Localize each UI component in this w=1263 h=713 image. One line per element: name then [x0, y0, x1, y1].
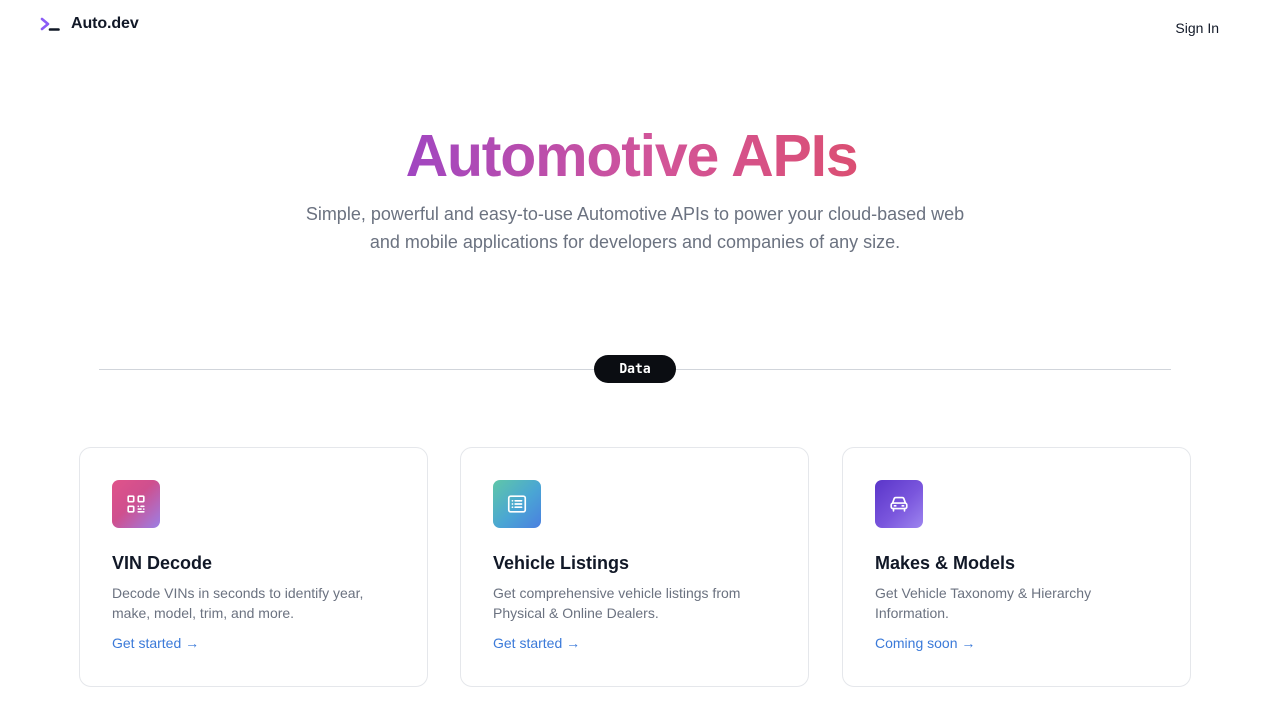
brand-logo-link[interactable]: Auto.dev — [40, 14, 139, 34]
card-title: VIN Decode — [112, 553, 213, 573]
vehicle-listings-icon-tile — [493, 480, 541, 528]
page: Auto.dev Sign In Automotive APIs Simple,… — [0, 0, 1263, 713]
card-title: Makes & Models — [875, 553, 1016, 573]
section-label-pill: Data — [594, 355, 676, 383]
terminal-prompt-icon — [40, 17, 60, 31]
vehicle-listings-get-started-link[interactable]: Get started → — [493, 635, 580, 651]
card-description: Get comprehensive vehicle listings from … — [493, 585, 741, 621]
car-icon — [890, 496, 908, 512]
hero-title: Automotive APIs — [0, 122, 1263, 190]
list-icon — [507, 495, 527, 513]
hero-subtitle: Simple, powerful and easy-to-use Automot… — [305, 204, 965, 252]
makes-models-coming-soon-link[interactable]: Coming soon → — [875, 635, 975, 651]
makes-models-card[interactable]: Makes & Models Get Vehicle Taxonomy & Hi… — [842, 447, 1191, 687]
brand-name: Auto.dev — [71, 15, 139, 32]
vehicle-listings-card[interactable]: Vehicle Listings Get comprehensive vehic… — [460, 447, 809, 687]
makes-models-icon-tile — [875, 480, 923, 528]
card-description: Get Vehicle Taxonomy & Hierarchy Informa… — [875, 585, 1092, 621]
sign-in-link[interactable]: Sign In — [1175, 20, 1219, 36]
card-description: Decode VINs in seconds to identify year,… — [112, 585, 364, 621]
qr-code-icon — [127, 495, 145, 513]
hero-title-text: Automotive APIs — [405, 123, 859, 189]
vin-decode-icon-tile — [112, 480, 160, 528]
card-title: Vehicle Listings — [493, 553, 630, 573]
vin-decode-card[interactable]: VIN Decode Decode VINs in seconds to ide… — [79, 447, 428, 687]
vin-decode-get-started-link[interactable]: Get started → — [112, 635, 199, 651]
